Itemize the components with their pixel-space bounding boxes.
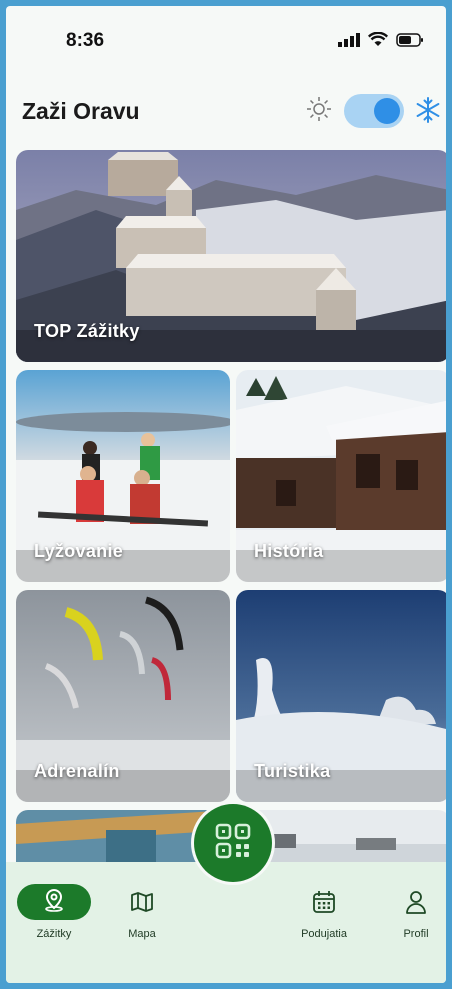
- nav-item-mapa[interactable]: Mapa: [102, 882, 182, 940]
- nav-item-podujatia[interactable]: Podujatia: [284, 882, 364, 940]
- map-icon: [102, 882, 182, 922]
- nav-item-profil[interactable]: Profil: [376, 882, 446, 940]
- card-label: TOP Zážitky: [34, 321, 140, 341]
- qr-code-icon: [214, 822, 252, 865]
- status-bar: 8:36: [6, 6, 446, 76]
- status-time: 8:36: [66, 30, 105, 51]
- card-historia[interactable]: História: [236, 370, 446, 582]
- card-top-zazitky[interactable]: TOP Zážitky: [16, 150, 446, 362]
- nav-label: Podujatia: [301, 928, 347, 940]
- signal-icon: [338, 32, 360, 52]
- page-title: Zaži Oravu: [22, 98, 140, 124]
- nav-label: Profil: [403, 928, 429, 940]
- location-pin-icon: [43, 888, 65, 917]
- nav-item-zazitky[interactable]: Zážitky: [14, 882, 94, 940]
- calendar-icon: [284, 882, 364, 922]
- user-icon: [376, 882, 446, 922]
- card-label: Lyžovanie: [34, 541, 124, 561]
- card-lyzovanie[interactable]: Lyžovanie: [16, 370, 230, 582]
- card-label: Turistika: [254, 761, 331, 781]
- card-turistika[interactable]: Turistika: [236, 590, 446, 802]
- card-label: História: [254, 541, 324, 561]
- season-toggle[interactable]: [344, 94, 404, 128]
- card-adrenalin[interactable]: Adrenalín: [16, 590, 230, 802]
- snowflake-icon[interactable]: [414, 96, 442, 124]
- app-screen: 8:36 Zaži Oravu TOP Zážitky Lyžovanie Hi…: [6, 6, 446, 983]
- nav-label: Zážitky: [36, 928, 72, 940]
- battery-icon: [396, 32, 424, 52]
- sun-icon[interactable]: [306, 96, 332, 122]
- toggle-knob: [374, 98, 400, 124]
- qr-scan-button[interactable]: [194, 804, 272, 882]
- card-label: Adrenalín: [34, 761, 120, 781]
- nav-label: Mapa: [128, 928, 156, 940]
- wifi-icon: [367, 31, 389, 52]
